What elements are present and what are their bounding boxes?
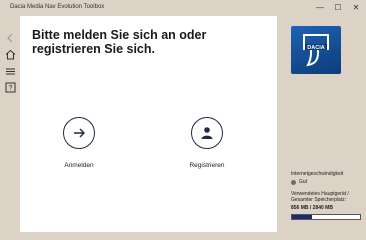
login-icon[interactable] (63, 117, 95, 149)
storage-value: 856 MB / 2840 MB (291, 205, 333, 211)
svg-text:DACIA: DACIA (307, 45, 324, 51)
status-dot-icon (291, 179, 296, 185)
storage-progress-bar (291, 214, 361, 220)
internet-speed-value: Gut (299, 179, 308, 185)
close-button[interactable]: ✕ (347, 0, 365, 16)
help-icon[interactable]: ? (4, 81, 16, 93)
login-label: Anmelden (64, 162, 94, 169)
storage-label: Verwendetes Hauptgerät / Gesamter Speich… (291, 191, 349, 203)
status-panel: Internetgeschwindigkeit Gut Verwendetes … (291, 171, 363, 220)
back-icon[interactable] (4, 32, 16, 44)
window-title: Dacia Media Nav Evolution Toolbox (10, 4, 105, 10)
menu-icon[interactable] (4, 65, 16, 77)
login-button[interactable]: Anmelden (44, 117, 114, 169)
register-label: Registrieren (189, 162, 225, 169)
svg-text:?: ? (8, 85, 12, 92)
left-nav-rail: ? (0, 16, 20, 240)
dacia-logo: DACIA (291, 26, 341, 74)
register-button[interactable]: Registrieren (172, 117, 242, 169)
internet-speed-label: Internetgeschwindigkeit (291, 171, 344, 177)
page-title: Bitte melden Sie sich an oder registrier… (32, 28, 207, 56)
storage-progress-fill (292, 215, 313, 219)
home-icon[interactable] (4, 48, 16, 60)
user-icon[interactable] (191, 117, 223, 149)
minimize-button[interactable]: — (311, 0, 329, 16)
main-panel: Bitte melden Sie sich an oder registrier… (20, 16, 277, 232)
internet-speed-status: Gut (291, 179, 363, 185)
maximize-button[interactable]: ☐ (329, 0, 347, 16)
title-bar: Dacia Media Nav Evolution Toolbox — ☐ ✕ (0, 0, 366, 16)
